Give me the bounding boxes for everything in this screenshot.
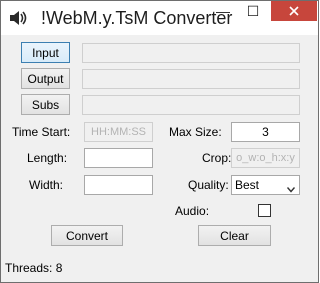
app-window: !WebM.y.TsM Converter — ☐ Input Output S…	[0, 0, 319, 283]
input-button[interactable]: Input	[21, 42, 70, 63]
output-path-field[interactable]	[82, 69, 300, 89]
close-button[interactable]	[271, 1, 317, 21]
crop-field[interactable]: o_w:o_h:x:y	[231, 148, 300, 168]
audio-label: Audio:	[175, 204, 210, 218]
chevron-down-icon	[286, 182, 296, 196]
status-bar: Threads: 8	[1, 255, 318, 282]
length-label: Length:	[27, 151, 68, 165]
title-bar: !WebM.y.TsM Converter — ☐	[1, 1, 318, 35]
quality-label: Quality:	[188, 178, 229, 192]
close-icon	[289, 6, 299, 16]
input-path-field[interactable]	[82, 43, 300, 63]
width-field[interactable]	[84, 175, 153, 195]
audio-checkbox[interactable]	[258, 204, 271, 217]
quality-select[interactable]: Best	[231, 175, 300, 195]
max-size-field[interactable]: 3	[231, 122, 300, 142]
length-field[interactable]	[84, 148, 153, 168]
output-button[interactable]: Output	[21, 68, 70, 89]
subs-path-field[interactable]	[82, 95, 300, 115]
width-label: Width:	[29, 178, 64, 192]
max-size-label: Max Size:	[169, 125, 222, 139]
subs-button[interactable]: Subs	[21, 94, 70, 115]
threads-status: Threads: 8	[5, 261, 63, 275]
clear-button[interactable]: Clear	[198, 225, 271, 246]
speaker-icon	[9, 10, 27, 26]
crop-label: Crop:	[202, 151, 232, 165]
window-title: !WebM.y.TsM Converter	[41, 8, 233, 28]
time-start-field[interactable]: HH:MM:SS	[84, 122, 153, 142]
main-panel: Input Output Subs Time Start: HH:MM:SS L…	[8, 35, 311, 273]
maximize-button[interactable]: ☐	[239, 1, 267, 21]
minimize-button[interactable]: —	[209, 1, 237, 21]
time-start-label: Time Start:	[12, 125, 71, 139]
convert-button[interactable]: Convert	[51, 225, 123, 246]
